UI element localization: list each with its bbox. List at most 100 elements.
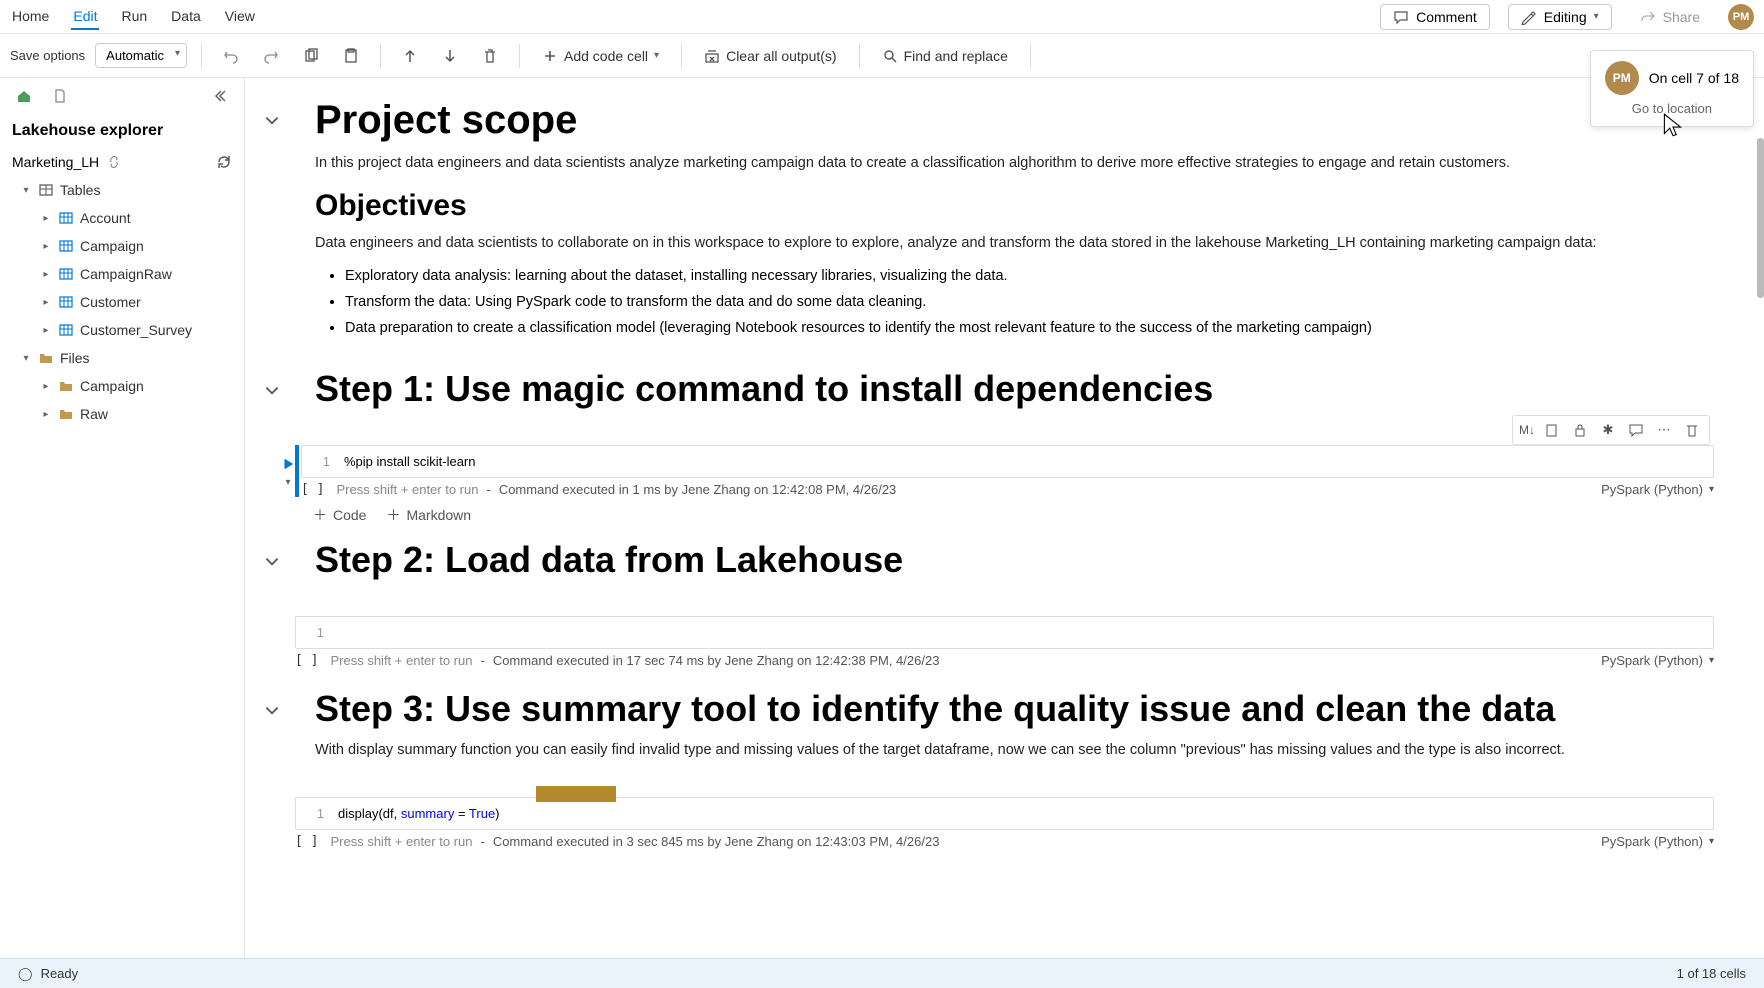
add-code-cell-button[interactable]: Add code cell ▾ — [534, 44, 667, 68]
menu-home[interactable]: Home — [10, 4, 51, 30]
table-name: Campaign — [80, 238, 144, 254]
tree-folder-item[interactable]: ▸ Raw — [12, 400, 236, 428]
share-icon — [1640, 9, 1656, 25]
chevron-down-icon: ▾ — [20, 353, 32, 364]
cell-lock-icon[interactable] — [1569, 419, 1591, 441]
lakehouse-name[interactable]: Marketing_LH — [12, 154, 99, 170]
clear-outputs-label: Clear all output(s) — [726, 48, 837, 64]
lakehouse-tab-icon[interactable] — [16, 88, 32, 104]
tree-table-item[interactable]: ▸ Customer — [12, 288, 236, 316]
collapse-cell-icon[interactable] — [263, 112, 281, 130]
markdown-cell-scope[interactable]: Project scope In this project data engin… — [255, 98, 1734, 358]
markdown-cell-step3[interactable]: Step 3: Use summary tool to identify the… — [255, 688, 1734, 787]
table-name: CampaignRaw — [80, 266, 172, 282]
chevron-right-icon: ▸ — [40, 269, 52, 280]
tree-table-item[interactable]: ▸ CampaignRaw — [12, 260, 236, 288]
plus-icon: ＋ — [313, 505, 327, 525]
table-icon — [58, 294, 74, 310]
delete-button[interactable] — [475, 41, 505, 71]
collapse-cell-icon[interactable] — [263, 553, 281, 571]
folder-name: Raw — [80, 406, 108, 422]
table-name: Customer_Survey — [80, 322, 192, 338]
cell-freeze-icon[interactable]: ✱ — [1597, 419, 1619, 441]
refresh-icon[interactable] — [216, 154, 232, 170]
add-markdown-button[interactable]: ＋Markdown — [386, 505, 471, 525]
language-dropdown[interactable]: PySpark (Python)▾ — [1601, 834, 1714, 849]
save-mode-dropdown[interactable]: Automatic — [95, 43, 187, 68]
tables-label: Tables — [60, 182, 100, 198]
chevron-right-icon: ▸ — [40, 325, 52, 336]
tree-table-item[interactable]: ▸Campaign — [12, 232, 236, 260]
cell-comment-icon[interactable] — [1625, 419, 1647, 441]
chevron-right-icon: ▸ — [40, 297, 52, 308]
chevron-right-icon: ▸ — [40, 409, 52, 420]
notebook-content[interactable]: Project scope In this project data engin… — [245, 78, 1764, 958]
tree-files[interactable]: ▾ Files — [12, 344, 236, 372]
dash: - — [480, 834, 484, 849]
code-editor[interactable]: 1 — [295, 616, 1714, 649]
editing-dropdown[interactable]: Editing ▾ — [1508, 4, 1612, 30]
cell-count: 1 of 18 cells — [1677, 966, 1746, 981]
code-cell-2[interactable]: 1 [ ] Press shift + enter to run - Comma… — [295, 616, 1714, 668]
code-editor[interactable]: 1 %pip install scikit-learn — [301, 445, 1714, 478]
move-down-button[interactable] — [435, 41, 465, 71]
cell-copy-icon[interactable] — [1541, 419, 1563, 441]
collapse-sidebar-icon[interactable] — [212, 88, 228, 104]
undo-button[interactable] — [216, 41, 246, 71]
avatar[interactable]: PM — [1728, 4, 1754, 30]
menu-view[interactable]: View — [223, 4, 257, 30]
code-editor[interactable]: 1display(df, summary = True) — [295, 797, 1714, 830]
line-number: 1 — [306, 806, 324, 821]
copy-button[interactable] — [296, 41, 326, 71]
go-to-location-link[interactable]: Go to location — [1605, 101, 1739, 116]
add-code-label: Code — [333, 507, 366, 523]
find-replace-button[interactable]: Find and replace — [874, 44, 1016, 68]
clear-icon — [704, 48, 720, 64]
search-icon — [882, 48, 898, 64]
table-icon — [58, 210, 74, 226]
link-icon[interactable] — [107, 155, 121, 169]
collapse-cell-icon[interactable] — [263, 382, 281, 400]
files-tab-icon[interactable] — [52, 88, 68, 104]
code-cell-1[interactable]: M↓ ✱ ⋯ ▾ 1%pip install scikit-learn [ ] … — [295, 445, 1714, 497]
menu-data[interactable]: Data — [169, 4, 203, 30]
separator — [859, 44, 860, 68]
run-options-icon[interactable]: ▾ — [285, 477, 290, 488]
chevron-down-icon: ▾ — [654, 50, 659, 61]
exec-bracket: [ ] — [295, 834, 318, 849]
scrollbar-thumb[interactable] — [1757, 138, 1764, 298]
tree-tables[interactable]: ▾ Tables — [12, 176, 236, 204]
collapse-cell-icon[interactable] — [263, 702, 281, 720]
files-label: Files — [60, 350, 90, 366]
convert-markdown-button[interactable]: M↓ — [1519, 423, 1535, 437]
pencil-icon — [1521, 9, 1537, 25]
language-dropdown[interactable]: PySpark (Python)▾ — [1601, 482, 1714, 497]
paste-button[interactable] — [336, 41, 366, 71]
folder-icon — [58, 378, 74, 394]
menu-edit[interactable]: Edit — [71, 4, 99, 30]
table-name: Customer — [80, 294, 141, 310]
clear-outputs-button[interactable]: Clear all output(s) — [696, 44, 845, 68]
add-code-button[interactable]: ＋ Code — [313, 505, 366, 525]
cell-delete-icon[interactable] — [1681, 419, 1703, 441]
table-name: Account — [80, 210, 131, 226]
move-up-button[interactable] — [395, 41, 425, 71]
line-number: 1 — [312, 454, 330, 469]
heading-step2: Step 2: Load data from Lakehouse — [315, 539, 1684, 581]
markdown-cell-step2[interactable]: Step 2: Load data from Lakehouse — [255, 539, 1734, 606]
code-text: %pip install scikit-learn — [344, 454, 476, 469]
dash: - — [486, 482, 490, 497]
code-cell-3[interactable]: 1display(df, summary = True) [ ] Press s… — [295, 797, 1714, 849]
tree-folder-item[interactable]: ▸Campaign — [12, 372, 236, 400]
menu-run[interactable]: Run — [119, 4, 149, 30]
run-cell-button[interactable] — [281, 457, 295, 471]
tree-table-item[interactable]: ▸Account — [12, 204, 236, 232]
language-dropdown[interactable]: PySpark (Python)▾ — [1601, 653, 1714, 668]
comment-button[interactable]: Comment — [1380, 4, 1490, 30]
tree-table-item[interactable]: ▸ Customer_Survey — [12, 316, 236, 344]
scrollbar[interactable] — [1752, 78, 1764, 958]
status-icon: ◯ — [18, 966, 33, 982]
redo-button[interactable] — [256, 41, 286, 71]
cell-more-icon[interactable]: ⋯ — [1653, 419, 1675, 441]
comment-icon — [1393, 9, 1409, 25]
